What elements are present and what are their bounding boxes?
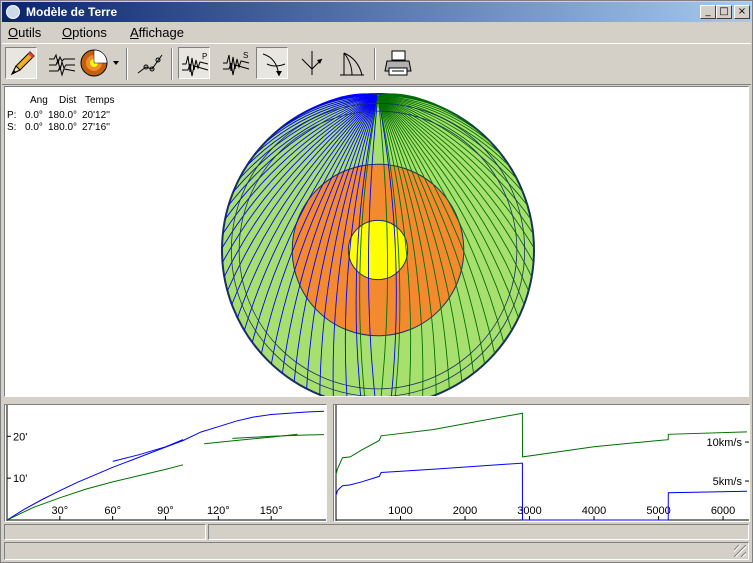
seismogram-icon	[49, 53, 76, 77]
info-p-phase: P:	[7, 110, 17, 121]
app-icon[interactable]	[6, 5, 20, 19]
ray-fan-button[interactable]	[336, 47, 368, 79]
series-line	[232, 434, 325, 439]
travel-time-chart: 30° 60° 90° 120° 150° 10' 20'	[6, 405, 326, 521]
y-tick-label: 10'	[13, 473, 27, 485]
earth-model-dropdown[interactable]	[78, 47, 122, 79]
velocity-profile-panel[interactable]: 1000 2000 3000 4000 5000 6000 10km/s 5km/s	[333, 404, 750, 522]
pencil-icon	[10, 51, 35, 76]
info-s-ang: 0.0°	[25, 122, 43, 133]
x-tick-label: 6000	[711, 505, 735, 517]
menu-bar: Outils Options Affichage	[2, 23, 751, 43]
pencil-tool-button[interactable]	[5, 47, 37, 79]
title-bar[interactable]: Modèle de Terre _ □ ×	[2, 2, 751, 22]
info-header-ang: Ang	[30, 95, 48, 106]
info-header-dist: Dist	[59, 95, 77, 106]
seismogram-p-icon: P	[182, 52, 209, 77]
menu-outils[interactable]: Outils	[8, 25, 41, 40]
print-button[interactable]	[382, 47, 414, 79]
s-wave-seismogram-button[interactable]: S	[220, 47, 252, 79]
velocity-profile-chart: 1000 2000 3000 4000 5000 6000 10km/s 5km/s	[335, 405, 749, 521]
y-tick-label: 20'	[13, 431, 27, 443]
x-tick-label: 30°	[52, 505, 69, 517]
ray-fan-icon	[340, 52, 364, 76]
y-tick-label: 10km/s	[707, 437, 743, 449]
x-tick-label: 120°	[207, 505, 230, 517]
ray-path-icon	[262, 53, 286, 77]
info-s-dist: 180.0°	[48, 122, 78, 133]
x-tick-label: 5000	[646, 505, 670, 517]
chevron-down-icon	[113, 61, 119, 65]
toolbar-separator	[374, 48, 376, 80]
application-window: Modèle de Terre _ □ × Outils Options Aff…	[0, 0, 753, 563]
toolbar: P S	[2, 43, 751, 85]
toolbar-separator	[171, 48, 173, 80]
series-line	[6, 410, 325, 521]
info-p-dist: 180.0°	[48, 110, 78, 121]
status-pane-right	[208, 524, 749, 540]
ray-reflection-icon	[301, 51, 323, 75]
info-s-phase: S:	[7, 122, 17, 133]
ray-path-button[interactable]	[256, 47, 288, 79]
seismogram-button[interactable]	[46, 47, 78, 79]
toolbar-separator	[126, 48, 128, 80]
ray-fit-button[interactable]	[134, 47, 166, 79]
earth-cross-section-icon	[80, 49, 119, 77]
x-tick-label: 1000	[388, 505, 412, 517]
x-tick-label: 4000	[582, 505, 606, 517]
x-tick-label: 2000	[453, 505, 477, 517]
info-header-temps: Temps	[85, 95, 115, 106]
series-line	[112, 439, 184, 462]
bottom-bar	[4, 542, 749, 560]
ray-fit-icon	[137, 54, 163, 74]
y-tick-label: 5km/s	[713, 476, 743, 488]
x-tick-label: 3000	[517, 505, 541, 517]
earth-cross-section	[221, 93, 535, 396]
earth-model-view[interactable]: Ang Dist Temps P: 0.0° 180.0° 20'12'' S:…	[4, 86, 749, 397]
svg-text:S: S	[243, 51, 248, 60]
travel-time-panel[interactable]: 30° 60° 90° 120° 150° 10' 20'	[4, 404, 327, 522]
series-line	[335, 412, 748, 475]
menu-affichage[interactable]: Affichage	[130, 25, 184, 40]
minimize-button[interactable]: _	[700, 5, 716, 19]
svg-text:P: P	[202, 52, 207, 61]
p-wave-seismogram-button[interactable]: P	[178, 47, 210, 79]
seismogram-s-icon: S	[223, 51, 250, 76]
maximize-button[interactable]: □	[716, 5, 732, 19]
status-pane-left	[4, 524, 206, 540]
resize-grip[interactable]	[734, 545, 746, 557]
x-tick-label: 60°	[104, 505, 121, 517]
window-title: Modèle de Terre	[26, 5, 118, 19]
info-p-ang: 0.0°	[25, 110, 43, 121]
status-bar	[4, 524, 749, 540]
info-s-temps: 27'16''	[82, 122, 110, 133]
x-tick-label: 90°	[157, 505, 174, 517]
menu-options[interactable]: Options	[62, 25, 107, 40]
info-p-temps: 20'12''	[82, 110, 110, 121]
ray-reflection-button[interactable]	[296, 47, 328, 79]
close-button[interactable]: ×	[734, 5, 750, 19]
x-tick-label: 150°	[260, 505, 283, 517]
printer-icon	[384, 50, 412, 76]
